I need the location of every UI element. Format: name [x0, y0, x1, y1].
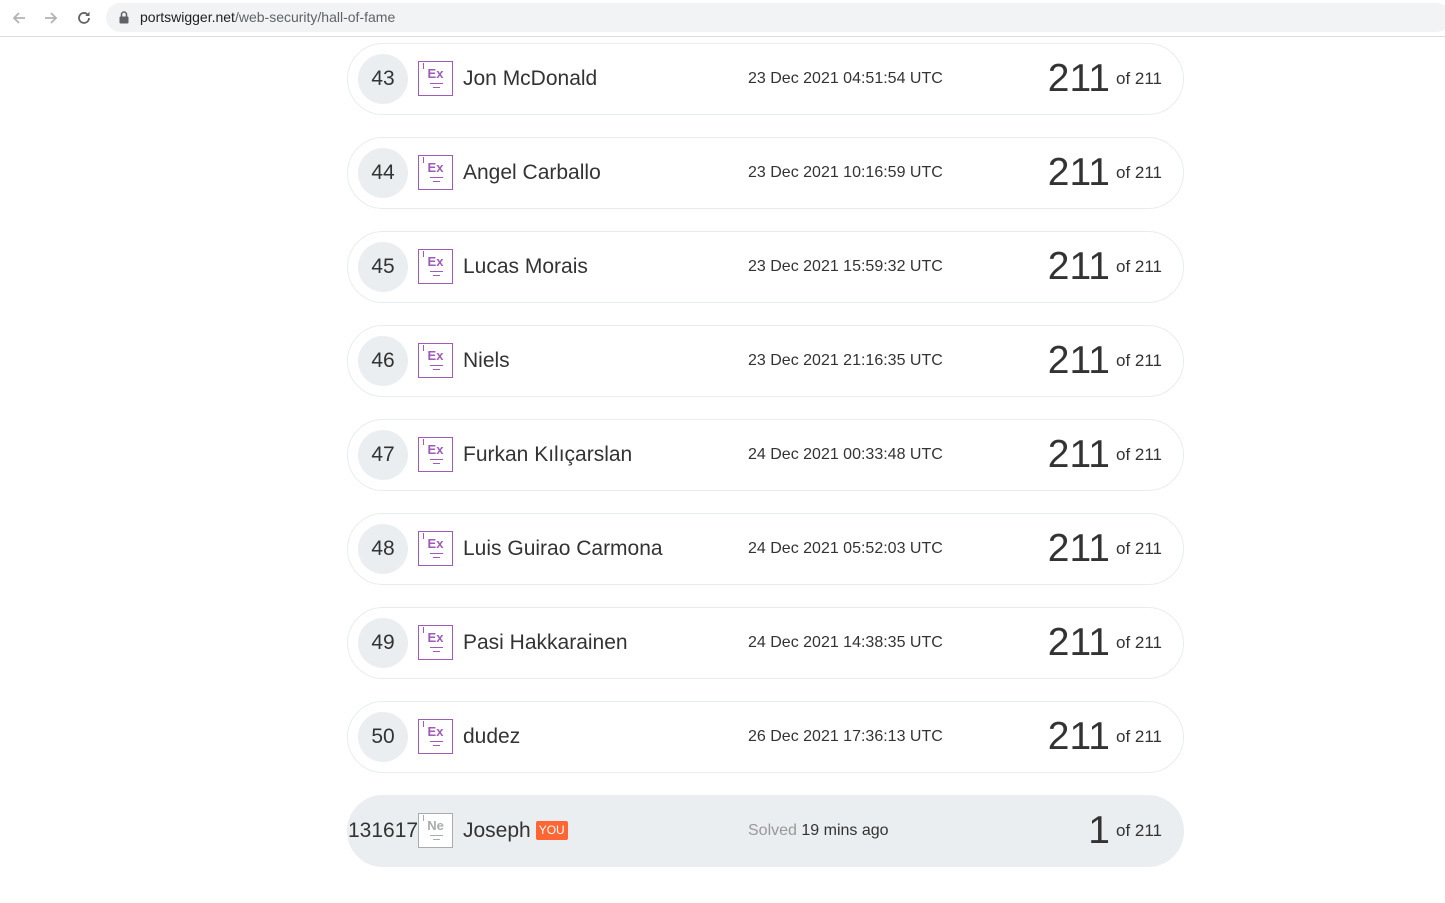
- leaderboard-row: 44 Ex Angel Carballo 23 Dec 2021 10:16:5…: [347, 137, 1184, 209]
- forward-button[interactable]: [40, 8, 62, 28]
- expert-badge-icon: Ex: [418, 531, 453, 566]
- score-solved: 211: [1047, 527, 1110, 570]
- player-name: Joseph: [463, 819, 531, 842]
- completion-date: 23 Dec 2021 15:59:32 UTC: [748, 258, 943, 275]
- arrow-left-icon: [12, 12, 25, 24]
- current-user-row: 131617 Ne Joseph YOU Solved 19 mins ago 1…: [347, 795, 1184, 867]
- rank-number: 49: [358, 618, 408, 668]
- badge-code: Ex: [427, 160, 444, 175]
- expert-badge-icon: Ex: [418, 719, 453, 754]
- score-total: of 211: [1115, 821, 1162, 840]
- new-badge-icon: Ne: [418, 813, 453, 848]
- leaderboard-row: 48 Ex Luis Guirao Carmona 24 Dec 2021 05…: [347, 513, 1184, 585]
- badge-code: Ex: [427, 536, 444, 551]
- badge-code: Ne: [427, 818, 444, 833]
- rank-number: 45: [358, 242, 408, 292]
- score: 211 of 211: [1048, 246, 1162, 288]
- address-bar[interactable]: portswigger.net/web-security/hall-of-fam…: [106, 3, 1445, 32]
- rank-number: 47: [358, 430, 408, 480]
- browser-toolbar: portswigger.net/web-security/hall-of-fam…: [0, 0, 1445, 37]
- badge-code: Ex: [427, 66, 444, 81]
- url-text: portswigger.net/web-security/hall-of-fam…: [140, 10, 395, 25]
- score: 211 of 211: [1048, 622, 1162, 664]
- reload-button[interactable]: [73, 8, 95, 28]
- hall-of-fame-list: 43 Ex Jon McDonald 23 Dec 2021 04:51:54 …: [347, 43, 1184, 867]
- completion-date: 26 Dec 2021 17:36:13 UTC: [748, 728, 943, 745]
- player-name: Jon McDonald: [463, 67, 598, 90]
- score-total: of 211: [1115, 257, 1162, 276]
- player-name: Niels: [463, 349, 510, 372]
- rank-number: 43: [358, 54, 408, 104]
- url-host: portswigger.net: [140, 9, 235, 25]
- leaderboard-row: 45 Ex Lucas Morais 23 Dec 2021 15:59:32 …: [347, 231, 1184, 303]
- expert-badge-icon: Ex: [418, 625, 453, 660]
- reload-icon: [78, 11, 90, 24]
- leaderboard-row: 47 Ex Furkan Kılıçarslan 24 Dec 2021 00:…: [347, 419, 1184, 491]
- leaderboard-row: 46 Ex Niels 23 Dec 2021 21:16:35 UTC 211…: [347, 325, 1184, 397]
- player-name: Angel Carballo: [463, 161, 601, 184]
- rank-number: 50: [358, 712, 408, 762]
- expert-badge-icon: Ex: [418, 249, 453, 284]
- player-name: Furkan Kılıçarslan: [463, 443, 633, 466]
- score-solved: 211: [1047, 245, 1110, 288]
- score: 211 of 211: [1048, 528, 1162, 570]
- you-tag: YOU: [535, 821, 568, 840]
- score: 211 of 211: [1048, 340, 1162, 382]
- expert-badge-icon: Ex: [418, 343, 453, 378]
- score-total: of 211: [1115, 351, 1162, 370]
- badge-code: Ex: [427, 442, 444, 457]
- badge-code: Ex: [427, 348, 444, 363]
- leaderboard-row: 50 Ex dudez 26 Dec 2021 17:36:13 UTC 211…: [347, 701, 1184, 773]
- score-solved: 211: [1047, 433, 1110, 476]
- rank-number: 48: [358, 524, 408, 574]
- completion-date: 23 Dec 2021 04:51:54 UTC: [748, 70, 943, 87]
- score-total: of 211: [1115, 727, 1162, 746]
- rank-number: 46: [358, 336, 408, 386]
- solved-status: Solved 19 mins ago: [748, 822, 889, 840]
- solved-time-ago: 19 mins ago: [801, 822, 889, 839]
- badge-code: Ex: [427, 254, 444, 269]
- score: 211 of 211: [1048, 152, 1162, 194]
- solved-label: Solved: [748, 822, 797, 839]
- arrow-right-icon: [45, 12, 58, 24]
- score: 211 of 211: [1048, 716, 1162, 758]
- player-name: Luis Guirao Carmona: [463, 537, 663, 560]
- rank-number: 44: [358, 148, 408, 198]
- score-total: of 211: [1115, 633, 1162, 652]
- completion-date: 24 Dec 2021 14:38:35 UTC: [748, 634, 943, 651]
- player-name: dudez: [463, 725, 521, 748]
- leaderboard-row: 49 Ex Pasi Hakkarainen 24 Dec 2021 14:38…: [347, 607, 1184, 679]
- badge-code: Ex: [427, 630, 444, 645]
- completion-date: 23 Dec 2021 21:16:35 UTC: [748, 352, 943, 369]
- player-name-wrap: Joseph YOU: [463, 819, 568, 843]
- badge-code: Ex: [427, 724, 444, 739]
- score: 211 of 211: [1048, 434, 1162, 476]
- score-total: of 211: [1115, 445, 1162, 464]
- rank-number: 131617: [348, 819, 419, 842]
- score-solved: 211: [1047, 151, 1110, 194]
- score: 1 of 211: [1088, 810, 1162, 852]
- score-solved: 1: [1088, 809, 1110, 852]
- score-solved: 211: [1047, 621, 1110, 664]
- leaderboard-row: 43 Ex Jon McDonald 23 Dec 2021 04:51:54 …: [347, 43, 1184, 115]
- score-total: of 211: [1115, 69, 1162, 88]
- player-name: Lucas Morais: [463, 255, 588, 278]
- completion-date: 23 Dec 2021 10:16:59 UTC: [748, 164, 943, 181]
- completion-date: 24 Dec 2021 00:33:48 UTC: [748, 446, 943, 463]
- score-total: of 211: [1115, 163, 1162, 182]
- score-solved: 211: [1047, 715, 1110, 758]
- url-path: /web-security/hall-of-fame: [234, 9, 396, 25]
- score-solved: 211: [1047, 57, 1110, 100]
- score-solved: 211: [1047, 339, 1110, 382]
- score: 211 of 211: [1048, 58, 1162, 100]
- back-button[interactable]: [8, 8, 30, 28]
- score-total: of 211: [1115, 539, 1162, 558]
- completion-date: 24 Dec 2021 05:52:03 UTC: [748, 540, 943, 557]
- expert-badge-icon: Ex: [418, 437, 453, 472]
- player-name: Pasi Hakkarainen: [463, 631, 628, 654]
- lock-icon: [119, 11, 129, 24]
- expert-badge-icon: Ex: [418, 155, 453, 190]
- expert-badge-icon: Ex: [418, 61, 453, 96]
